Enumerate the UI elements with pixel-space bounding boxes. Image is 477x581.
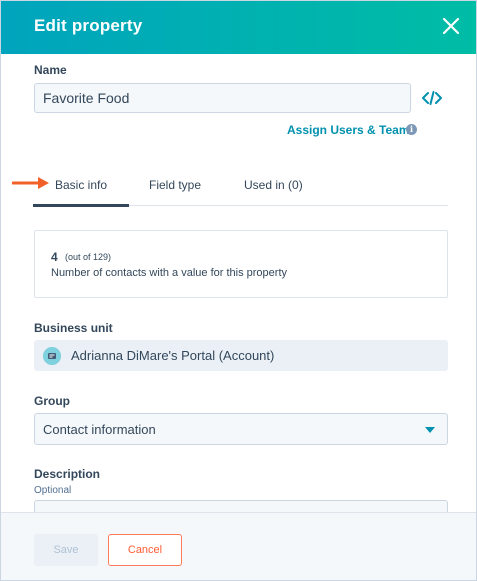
description-textarea[interactable] — [34, 500, 448, 512]
business-unit-label: Business unit — [34, 321, 113, 335]
group-label: Group — [34, 394, 70, 408]
panel-header: Edit property — [1, 1, 476, 54]
description-optional-label: Optional — [34, 485, 72, 496]
property-tabs: Basic info Field type Used in (0) — [32, 172, 448, 207]
save-button[interactable]: Save — [34, 534, 98, 566]
tab-field-type[interactable]: Field type — [149, 178, 201, 206]
portal-avatar-icon — [43, 347, 61, 365]
stat-count: 4 — [51, 250, 58, 264]
panel-footer: Save Cancel — [1, 512, 476, 580]
panel-title: Edit property — [34, 16, 143, 35]
stat-out-of: (out of 129) — [65, 252, 112, 262]
stat-description: Number of contacts with a value for this… — [51, 267, 287, 279]
code-brackets-icon[interactable] — [422, 89, 442, 107]
description-label: Description — [34, 467, 101, 481]
group-selected-value: Contact information — [43, 422, 156, 437]
edit-property-panel: Edit property Name Assign Users & Teams … — [0, 0, 477, 581]
name-input[interactable] — [34, 83, 411, 113]
business-unit-value: Adrianna DiMare's Portal (Account) — [71, 348, 275, 363]
property-stats-card: 4 (out of 129) Number of contacts with a… — [34, 230, 448, 298]
name-label: Name — [34, 63, 67, 77]
tab-used-in[interactable]: Used in (0) — [244, 178, 303, 206]
cancel-button[interactable]: Cancel — [108, 534, 182, 566]
assign-users-teams-link[interactable]: Assign Users & Teams — [287, 123, 416, 137]
tab-basic-info[interactable]: Basic info — [32, 178, 130, 207]
group-select[interactable]: Contact information — [34, 413, 448, 445]
business-unit-field: Adrianna DiMare's Portal (Account) — [34, 340, 448, 371]
close-icon[interactable] — [438, 13, 464, 39]
caret-down-icon — [425, 427, 435, 433]
info-icon[interactable]: i — [406, 124, 417, 135]
panel-body: Name Assign Users & Teams i Basic info F… — [1, 54, 476, 512]
